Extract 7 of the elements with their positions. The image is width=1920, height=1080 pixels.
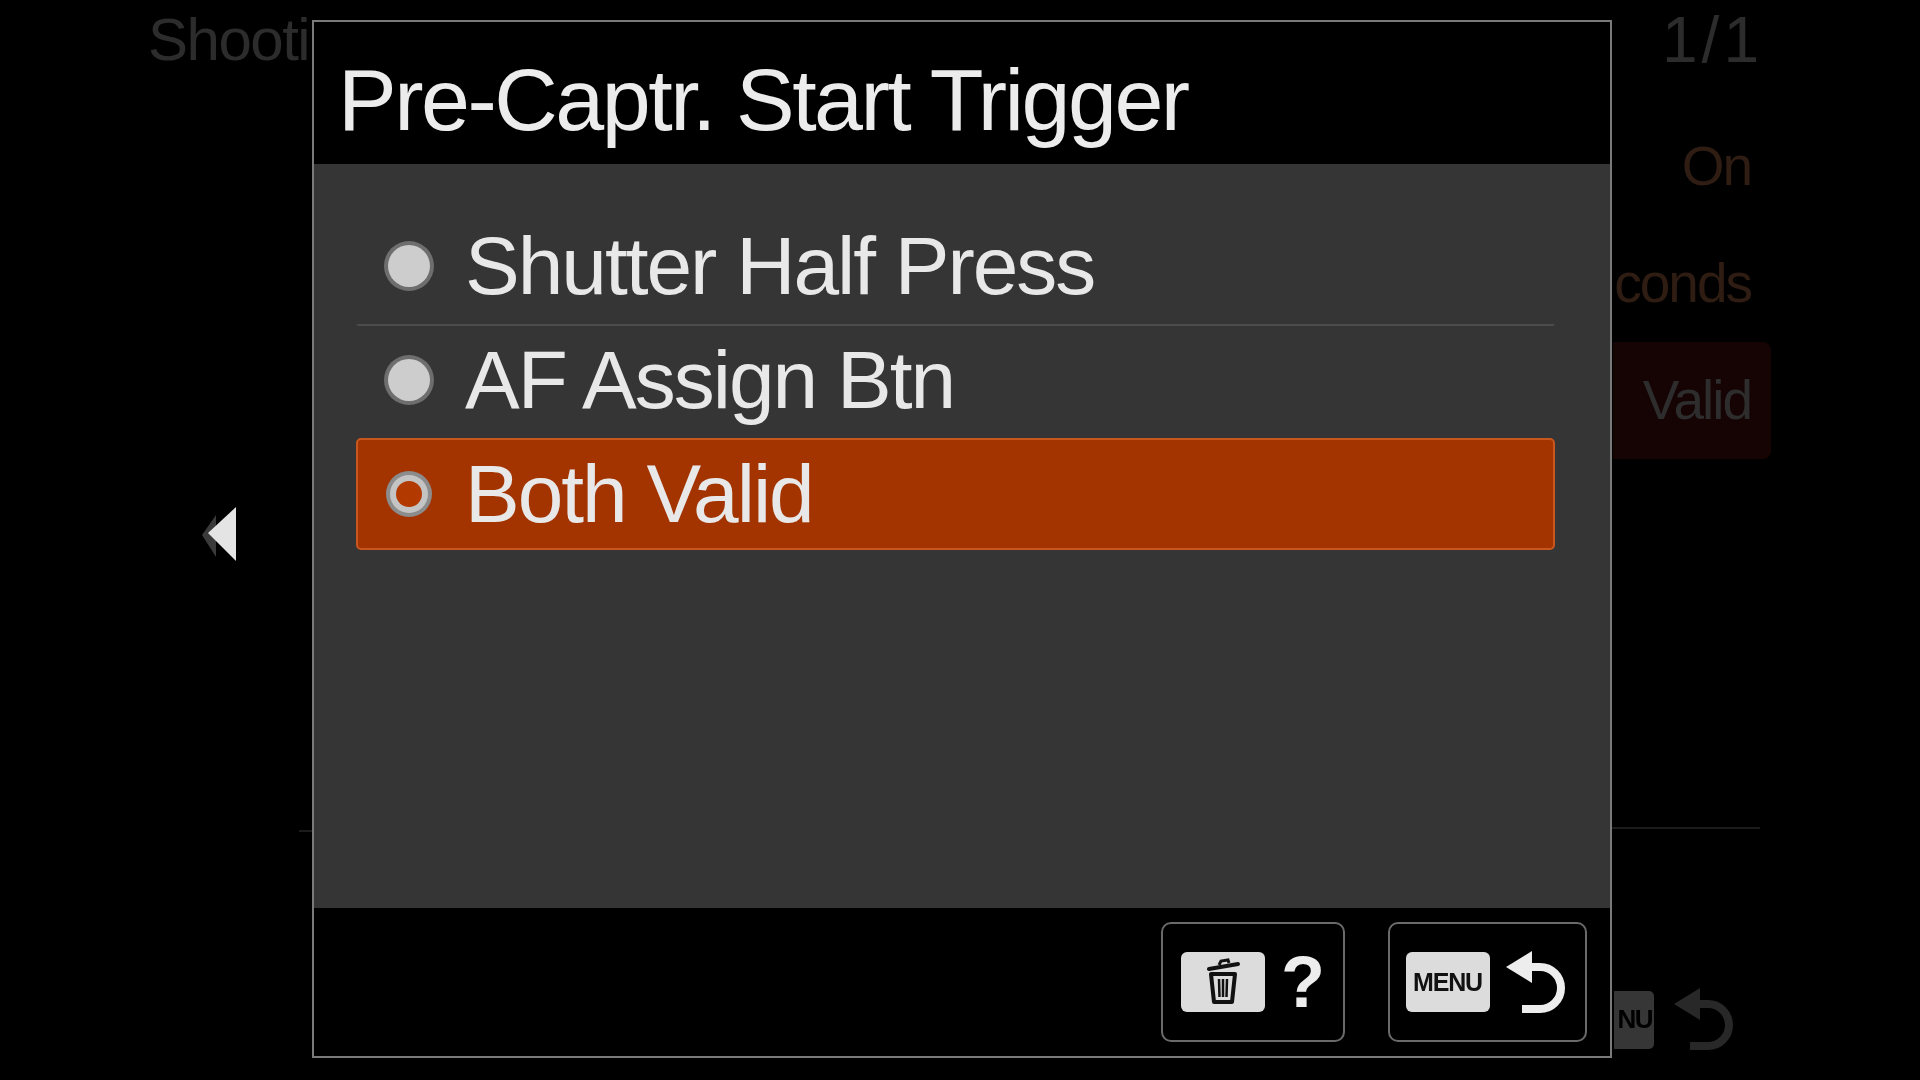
back-button[interactable]: MENU xyxy=(1388,922,1587,1042)
option-item[interactable]: Shutter Half Press xyxy=(356,210,1555,322)
option-item[interactable]: AF Assign Btn xyxy=(356,324,1555,436)
menu-key: MENU xyxy=(1405,952,1490,1012)
trash-icon xyxy=(1181,952,1265,1012)
help-button[interactable]: ? xyxy=(1161,922,1345,1042)
option-item[interactable]: Both Valid xyxy=(356,438,1555,550)
